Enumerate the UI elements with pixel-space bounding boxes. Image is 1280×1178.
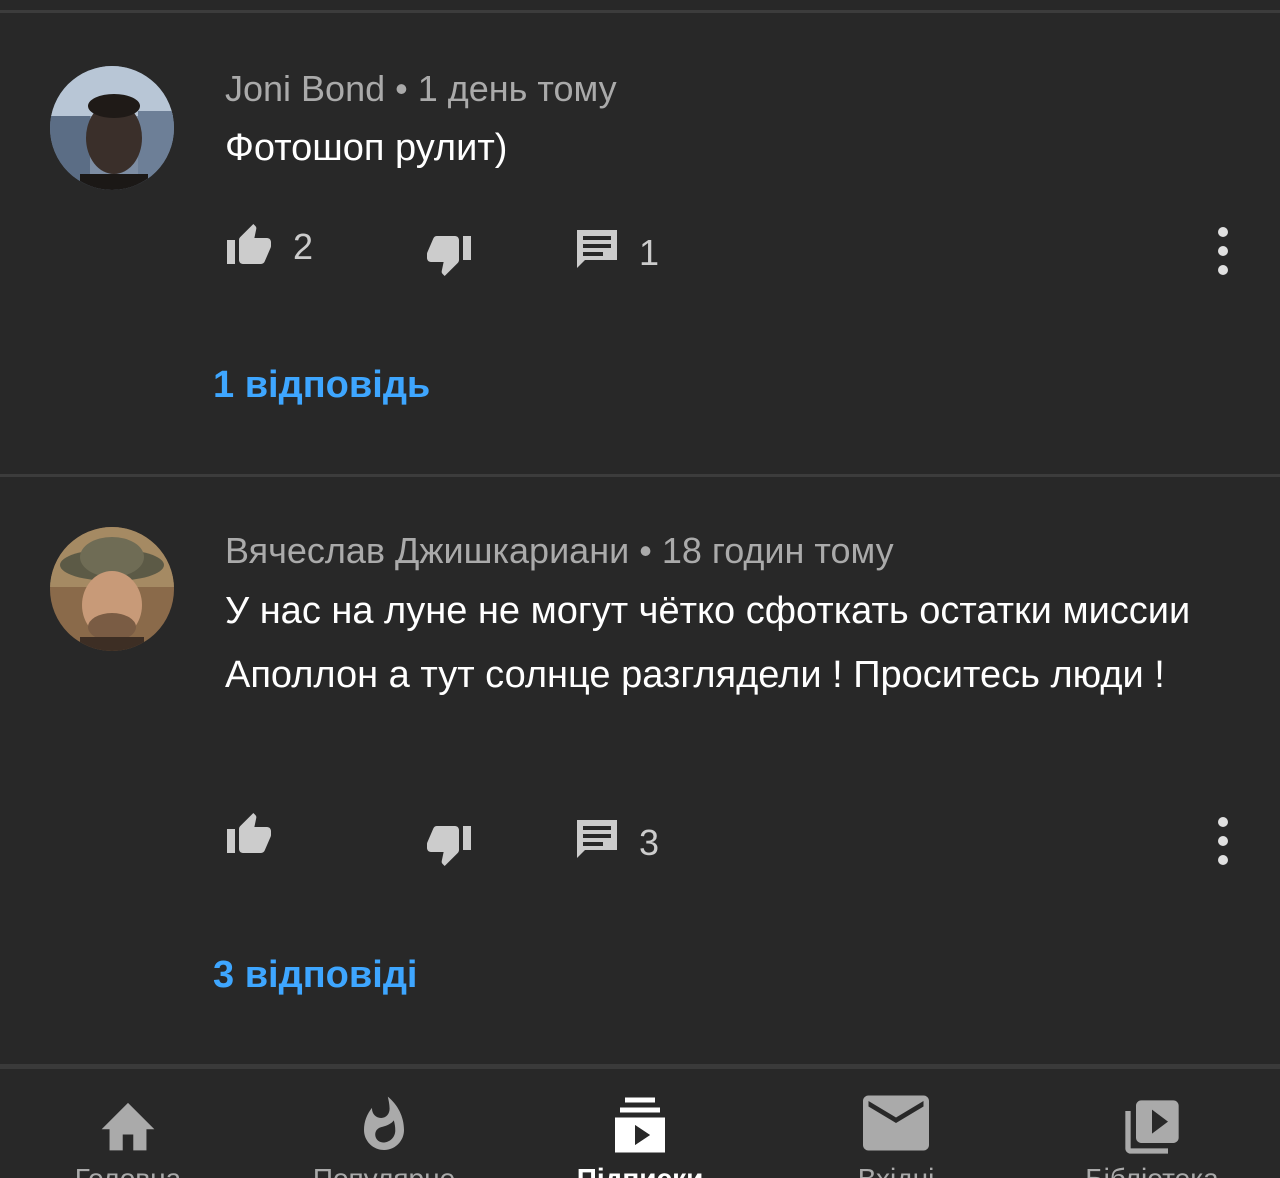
nav-item-subscriptions[interactable]: Підписки bbox=[512, 1069, 768, 1178]
reply-button[interactable]: 3 bbox=[575, 818, 659, 867]
comment-text: У нас на луне не могут чётко сфоткать ос… bbox=[225, 590, 1191, 696]
reply-count: 3 bbox=[639, 821, 660, 863]
comment-text: Фотошоп рулит) bbox=[225, 127, 508, 169]
thumbs-up-icon bbox=[225, 222, 273, 271]
nav-label: Вхідні bbox=[768, 1163, 1024, 1178]
nav-label: Популярне bbox=[256, 1163, 512, 1178]
like-count: 2 bbox=[293, 225, 314, 267]
thumbs-up-icon bbox=[225, 811, 273, 860]
view-replies-link[interactable]: 3 відповіді bbox=[213, 954, 418, 997]
comment-meta: Joni Bond • 1 день тому bbox=[225, 68, 617, 110]
nav-item-library[interactable]: Бібліотека bbox=[1024, 1069, 1280, 1178]
nav-item-trending[interactable]: Популярне bbox=[256, 1069, 512, 1178]
nav-item-inbox[interactable]: Вхідні bbox=[768, 1069, 1024, 1178]
view-replies-link[interactable]: 1 відповідь bbox=[213, 364, 430, 407]
comments-page: Joni Bond • 1 день тому Фотошоп рулит) 2 1… bbox=[0, 0, 1280, 1178]
nav-label: Підписки bbox=[512, 1163, 768, 1178]
avatar[interactable] bbox=[50, 527, 174, 651]
like-button[interactable] bbox=[225, 811, 293, 860]
author-name[interactable]: Joni Bond bbox=[225, 68, 385, 109]
thumbs-down-icon bbox=[425, 234, 473, 283]
library-icon bbox=[1120, 1095, 1184, 1164]
comment-time: 1 день тому bbox=[417, 68, 617, 109]
comment-item: Joni Bond • 1 день тому Фотошоп рулит) 2 1… bbox=[0, 0, 1280, 474]
mail-icon bbox=[863, 1095, 929, 1156]
subscriptions-icon bbox=[610, 1095, 670, 1160]
meta-separator: • bbox=[639, 530, 652, 571]
comment-meta: Вячеслав Джишкариани • 18 годин тому bbox=[225, 530, 894, 572]
bottom-navigation: Головна Популярне Підписки Вхідні Бібліо… bbox=[0, 1064, 1280, 1178]
author-name[interactable]: Вячеслав Джишкариани bbox=[225, 530, 629, 571]
flame-icon bbox=[358, 1095, 410, 1160]
avatar[interactable] bbox=[50, 66, 174, 190]
thumbs-down-icon bbox=[425, 824, 473, 873]
more-options-icon[interactable] bbox=[1212, 227, 1234, 275]
nav-item-home[interactable]: Головна bbox=[0, 1069, 256, 1178]
dislike-button[interactable] bbox=[425, 234, 473, 283]
nav-label: Головна bbox=[0, 1163, 256, 1178]
meta-separator: • bbox=[395, 68, 408, 109]
home-icon bbox=[96, 1095, 160, 1158]
dislike-button[interactable] bbox=[425, 824, 473, 873]
comment-item: Вячеслав Джишкариани • 18 годин тому У нас… bbox=[0, 477, 1280, 1064]
comment-icon bbox=[575, 228, 619, 277]
reply-count: 1 bbox=[639, 231, 660, 273]
more-options-icon[interactable] bbox=[1212, 817, 1234, 865]
comment-icon bbox=[575, 818, 619, 867]
comment-time: 18 годин тому bbox=[661, 530, 894, 571]
like-button[interactable]: 2 bbox=[225, 222, 313, 271]
nav-label: Бібліотека bbox=[1024, 1163, 1280, 1178]
reply-button[interactable]: 1 bbox=[575, 228, 659, 277]
